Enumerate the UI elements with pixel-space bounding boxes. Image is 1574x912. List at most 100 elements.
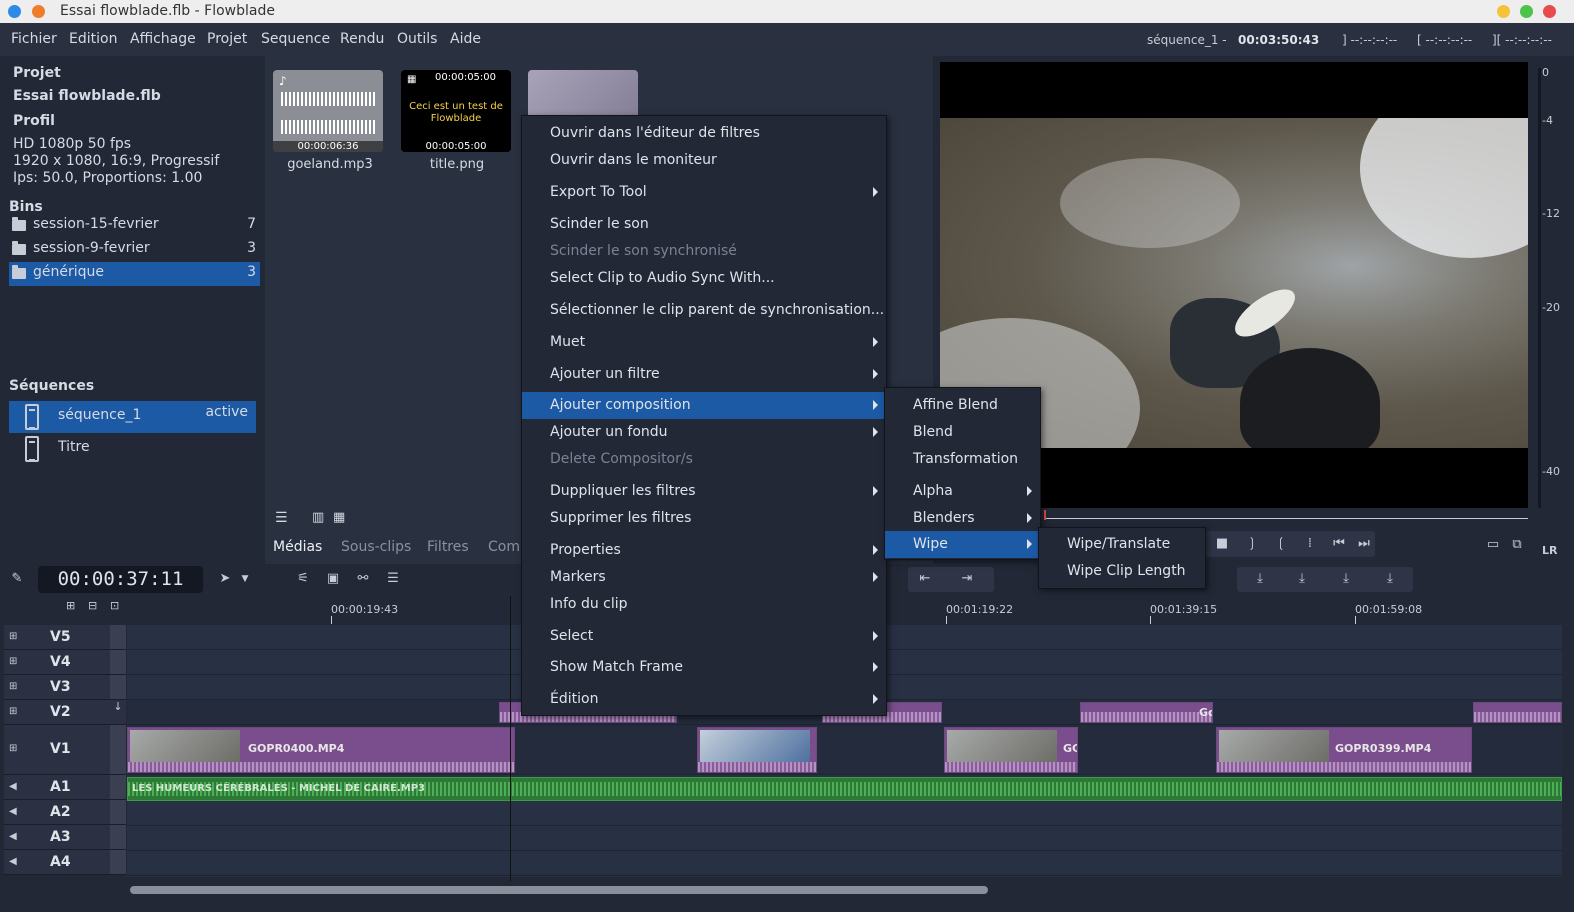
menu-aide[interactable]: Aide [450, 31, 481, 47]
tab-medias[interactable]: Médias [273, 539, 322, 555]
menu-item-wipe[interactable]: Wipe [885, 531, 1040, 558]
clip-v1[interactable]: GOPR0399.MP4 [1216, 727, 1472, 773]
menu-item-show-match-frame[interactable]: Show Match Frame [522, 654, 886, 681]
window-menu-icon[interactable] [8, 5, 21, 18]
monitor-compare-icon[interactable]: ⧉ [1508, 536, 1526, 554]
list-view-icon[interactable]: ▥ [312, 510, 324, 525]
menu-fichier[interactable]: Fichier [11, 31, 57, 47]
menu-item-select-audio-sync[interactable]: Select Clip to Audio Sync With... [522, 265, 886, 292]
menu-item-select[interactable]: Select [522, 623, 886, 650]
titler-icon[interactable]: ▣ [324, 570, 342, 588]
timecode-display[interactable]: 00:00:37:11 [38, 566, 203, 593]
menu-edition[interactable]: Edition [69, 31, 117, 47]
menu-item-add-fade[interactable]: Ajouter un fondu [522, 419, 886, 446]
tab-sous-clips[interactable]: Sous-clips [341, 539, 411, 555]
go-to-end-icon[interactable]: ⏭ [1355, 535, 1373, 553]
timeline-scrollbar[interactable] [130, 886, 988, 894]
menu-item-add-filter[interactable]: Ajouter un filtre [522, 361, 886, 388]
track-header-a4[interactable]: ◀ A4 [4, 850, 126, 875]
clip-v2[interactable]: Gc [1080, 702, 1213, 723]
speaker-icon[interactable]: ◀ [9, 781, 17, 792]
track-header-v2[interactable]: ⊞ V2 ↓ [4, 700, 126, 725]
track-icon[interactable]: ⊞ [9, 681, 17, 692]
arrow-down-icon[interactable]: ↓ [110, 700, 126, 724]
timeline-playhead[interactable] [510, 596, 511, 881]
clip-v1[interactable] [697, 727, 817, 773]
track-header-v4[interactable]: ⊞ V4 [4, 650, 126, 675]
trim-left-icon[interactable]: ⇤ [916, 570, 934, 588]
menu-item-affine-blend[interactable]: Affine Blend [885, 392, 1040, 419]
clip-a1[interactable]: LES HUMEURS CÉRÉBRALES - MICHEL DE CAIRE… [127, 777, 1562, 801]
bin-item-selected[interactable]: générique 3 [9, 262, 260, 286]
menu-rendu[interactable]: Rendu [340, 31, 384, 47]
append-icon[interactable]: ⤓ [1293, 570, 1311, 588]
menu-item-add-compositor[interactable]: Ajouter composition [522, 392, 886, 419]
overwrite-icon[interactable]: ⤓ [1337, 570, 1355, 588]
speaker-icon[interactable]: ◀ [9, 831, 17, 842]
snap-icon[interactable]: ⊞ [66, 599, 75, 612]
trim-right-icon[interactable]: ⇥ [958, 570, 976, 588]
sequence-item[interactable]: Titre [9, 433, 256, 465]
mixer-icon[interactable]: ⚟ [294, 570, 312, 588]
menu-item-clip-info[interactable]: Info du clip [522, 591, 886, 618]
sync-icon[interactable]: ⚯ [354, 570, 372, 588]
track-header-v3[interactable]: ⊞ V3 [4, 675, 126, 700]
playhead-marker[interactable] [1044, 510, 1046, 520]
menu-item-mute[interactable]: Muet [522, 329, 886, 356]
tab-filtres[interactable]: Filtres [427, 539, 469, 555]
speaker-icon[interactable]: ◀ [9, 806, 17, 817]
menu-item-open-monitor[interactable]: Ouvrir dans le moniteur [522, 147, 886, 174]
close-button[interactable] [1543, 5, 1556, 18]
clip-v1[interactable]: GC [944, 727, 1078, 773]
lane-a2[interactable] [127, 801, 1562, 826]
clip-v1[interactable]: GOPR0400.MP4 [127, 727, 515, 773]
list-icon[interactable]: ☰ [384, 570, 402, 588]
media-thumb-audio[interactable]: ♪ 00:00:06:36 [273, 70, 383, 152]
menu-item-select-sync-parent[interactable]: Sélectionner le clip parent de synchroni… [522, 297, 886, 324]
go-to-start-icon[interactable]: ⏮ [1330, 535, 1348, 553]
maximize-button[interactable] [1520, 5, 1533, 18]
menu-item-markers[interactable]: Markers [522, 564, 886, 591]
menu-item-wipe-clip-length[interactable]: Wipe Clip Length [1039, 558, 1205, 585]
media-thumb-image[interactable]: ▦ 00:00:05:00 Ceci est un test de Flowbl… [401, 70, 511, 152]
clip-v2[interactable] [1473, 702, 1562, 723]
mark-out-icon[interactable]: ❳ [1243, 535, 1261, 553]
menu-item-wipe-translate[interactable]: Wipe/Translate [1039, 531, 1205, 558]
track-icon[interactable]: ⊞ [9, 706, 17, 717]
menu-item-properties[interactable]: Properties [522, 537, 886, 564]
menu-projet[interactable]: Projet [207, 31, 247, 47]
menu-item-delete-filters[interactable]: Supprimer les filtres [522, 505, 886, 532]
sequence-item-selected[interactable]: séquence_1 active [9, 401, 256, 433]
edit-tool-icon[interactable]: ✎ [8, 570, 26, 588]
mark-in-icon[interactable]: ❲ [1272, 535, 1290, 553]
track-header-v5[interactable]: ⊞ V5 [4, 625, 126, 650]
track-header-a2[interactable]: ◀ A2 [4, 800, 126, 825]
track-icon[interactable]: ⊞ [9, 656, 17, 667]
menu-item-split-audio[interactable]: Scinder le son [522, 211, 886, 238]
pointer-tool-icon[interactable]: ➤ [216, 570, 234, 588]
monitor-layout-icon[interactable]: ▭ [1484, 536, 1502, 554]
lane-a3[interactable] [127, 826, 1562, 851]
insert-icon[interactable]: ⤓ [1251, 570, 1269, 588]
grid-view-icon[interactable]: ▦ [333, 510, 345, 525]
menu-item-export-to-tool[interactable]: Export To Tool [522, 179, 886, 206]
menu-item-duplicate-filters[interactable]: Duppliquer les filtres [522, 478, 886, 505]
track-icon[interactable]: ⊞ [9, 631, 17, 642]
speaker-icon[interactable]: ◀ [9, 856, 17, 867]
menu-item-edition[interactable]: Édition [522, 686, 886, 713]
bin-item[interactable]: session-9-fevrier 3 [9, 238, 260, 262]
lane-v1[interactable]: GOPR0400.MP4 GC GOPR0399.MP4 [127, 725, 1562, 775]
bin-item[interactable]: session-15-fevrier 7 [9, 214, 260, 238]
menu-outils[interactable]: Outils [397, 31, 437, 47]
menu-item-transformation[interactable]: Transformation [885, 446, 1040, 473]
minimize-button[interactable] [1497, 5, 1510, 18]
menu-item-blenders[interactable]: Blenders [885, 505, 1040, 532]
track-header-a1[interactable]: ◀ A1 [4, 775, 126, 800]
track-icon[interactable]: ⊞ [9, 743, 17, 754]
lift-icon[interactable]: ⤓ [1381, 570, 1399, 588]
stop-icon[interactable]: ■ [1213, 535, 1231, 553]
menu-affichage[interactable]: Affichage [130, 31, 196, 47]
chevron-down-icon[interactable]: ▼ [236, 570, 254, 588]
menu-sequence[interactable]: Sequence [261, 31, 330, 47]
menu-item-blend[interactable]: Blend [885, 419, 1040, 446]
